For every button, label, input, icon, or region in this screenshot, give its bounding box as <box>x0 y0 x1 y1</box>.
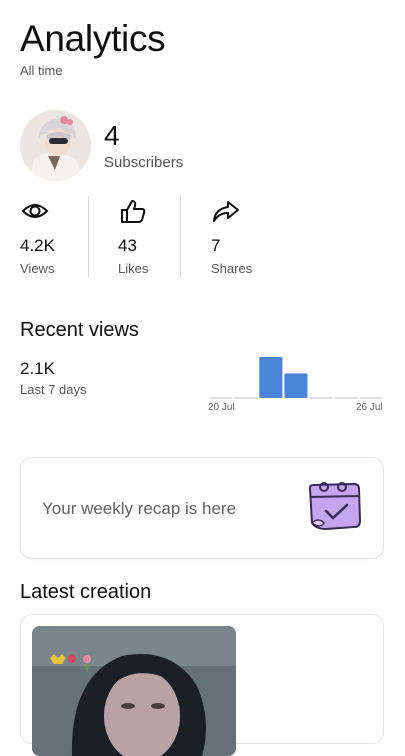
views-stat[interactable]: 4.2K Views <box>20 198 55 276</box>
latest-creation-card[interactable] <box>20 614 384 756</box>
recent-views-period: Last 7 days <box>20 382 87 397</box>
stat-divider <box>88 196 89 278</box>
channel-avatar[interactable] <box>20 110 91 181</box>
calendar-check-icon <box>308 482 362 531</box>
weekly-recap-card[interactable]: Your weekly recap is here <box>20 457 384 559</box>
period-label[interactable]: All time <box>20 63 63 78</box>
eye-icon <box>21 204 49 218</box>
stat-divider <box>180 196 181 278</box>
subscriber-label: Subscribers <box>104 154 184 171</box>
recap-text: Your weekly recap is here <box>42 499 237 518</box>
thumbnail-image <box>32 626 236 756</box>
thumbs-up-icon <box>121 200 146 223</box>
recent-views-heading: Recent views <box>20 319 139 341</box>
chart-x-end: 26 Jul <box>356 402 383 413</box>
chart-bar-23-jul <box>284 373 308 398</box>
views-value: 4.2K <box>20 236 55 255</box>
subscriber-count: 4 <box>104 120 120 151</box>
likes-label: Likes <box>118 261 149 276</box>
share-icon <box>213 201 239 222</box>
likes-stat[interactable]: 43 Likes <box>118 198 148 276</box>
recent-views-chart[interactable] <box>208 350 384 400</box>
page-title: Analytics <box>20 18 166 59</box>
avatar-image <box>20 110 91 181</box>
video-thumbnail[interactable] <box>32 626 236 756</box>
recent-views-total: 2.1K <box>20 359 55 378</box>
chart-bar-22-jul <box>259 357 283 398</box>
chart-x-start: 20 Jul <box>208 402 235 413</box>
shares-value: 7 <box>211 236 221 255</box>
likes-value: 43 <box>118 236 137 255</box>
latest-creation-heading: Latest creation <box>20 581 152 603</box>
shares-stat[interactable]: 7 Shares <box>211 198 252 276</box>
shares-label: Shares <box>211 261 253 276</box>
views-label: Views <box>20 261 55 276</box>
